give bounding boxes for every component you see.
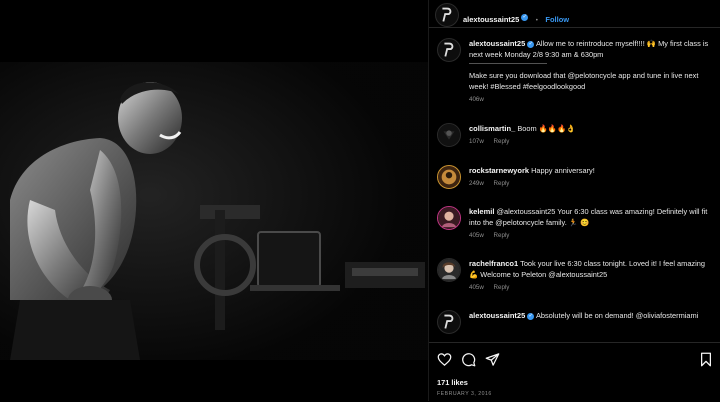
comment-username[interactable]: rachelfranco1 <box>469 259 518 268</box>
peloton-logo-icon[interactable] <box>437 310 461 334</box>
comment-text: Absolutely will be on demand! @oliviafos… <box>535 311 699 320</box>
likes-count[interactable]: 171 likes <box>437 378 468 387</box>
caption-username[interactable]: alextoussaint25 <box>469 39 525 48</box>
peloton-logo-icon[interactable] <box>437 38 461 62</box>
verified-badge-icon: ✓ <box>521 14 529 22</box>
avatar[interactable] <box>437 165 461 189</box>
reply-button[interactable]: Reply <box>494 284 510 291</box>
heart-icon[interactable] <box>437 352 452 367</box>
caption-divider: ————————————— <box>469 61 547 67</box>
comment-icon[interactable] <box>461 352 476 367</box>
follow-button[interactable]: Follow <box>545 15 569 24</box>
comment-time: 405w <box>469 232 484 239</box>
caption-text-2: Make sure you download that @pelotoncycl… <box>469 71 699 91</box>
header-separator: • <box>535 17 538 24</box>
avatar[interactable] <box>437 123 461 147</box>
caption-time: 406w <box>469 96 484 103</box>
cyclist-photo <box>0 0 428 401</box>
peloton-logo-icon[interactable] <box>435 3 459 27</box>
avatar[interactable] <box>437 258 461 282</box>
verified-badge-icon: ✓ <box>527 40 535 48</box>
comment-time: 405w <box>469 284 484 291</box>
comment-username[interactable]: collismartin_ <box>469 124 515 133</box>
post-photo[interactable] <box>0 0 428 401</box>
post-date: FEBRUARY 3, 2016 <box>437 391 492 397</box>
reply-button[interactable]: Reply <box>494 232 510 239</box>
post-header: alextoussaint25 ✓ • Follow <box>429 0 720 28</box>
comment-username[interactable]: alextoussaint25 <box>469 311 525 320</box>
avatar[interactable] <box>437 206 461 230</box>
comment-text: Boom 🔥🔥🔥👌 <box>517 124 576 133</box>
post-panel: alextoussaint25 ✓ • Follow alextoussaint2… <box>428 0 720 401</box>
header-username[interactable]: alextoussaint25 <box>463 15 519 24</box>
comment-text: @alextoussaint25 Your 6:30 class was ama… <box>469 207 708 227</box>
share-icon[interactable] <box>485 352 500 367</box>
comment-text: Happy anniversary! <box>531 166 595 175</box>
comment-username[interactable]: kelemil <box>469 207 494 216</box>
verified-badge-icon: ✓ <box>527 312 535 320</box>
reply-button[interactable]: Reply <box>494 138 510 145</box>
reply-button[interactable]: Reply <box>494 180 510 187</box>
comment-username[interactable]: rockstarnewyork <box>469 166 529 175</box>
comment-time: 107w <box>469 138 484 145</box>
comment-time: 249w <box>469 180 484 187</box>
bookmark-icon[interactable] <box>699 352 713 367</box>
post-actions: 171 likes FEBRUARY 3, 2016 <box>429 342 720 402</box>
